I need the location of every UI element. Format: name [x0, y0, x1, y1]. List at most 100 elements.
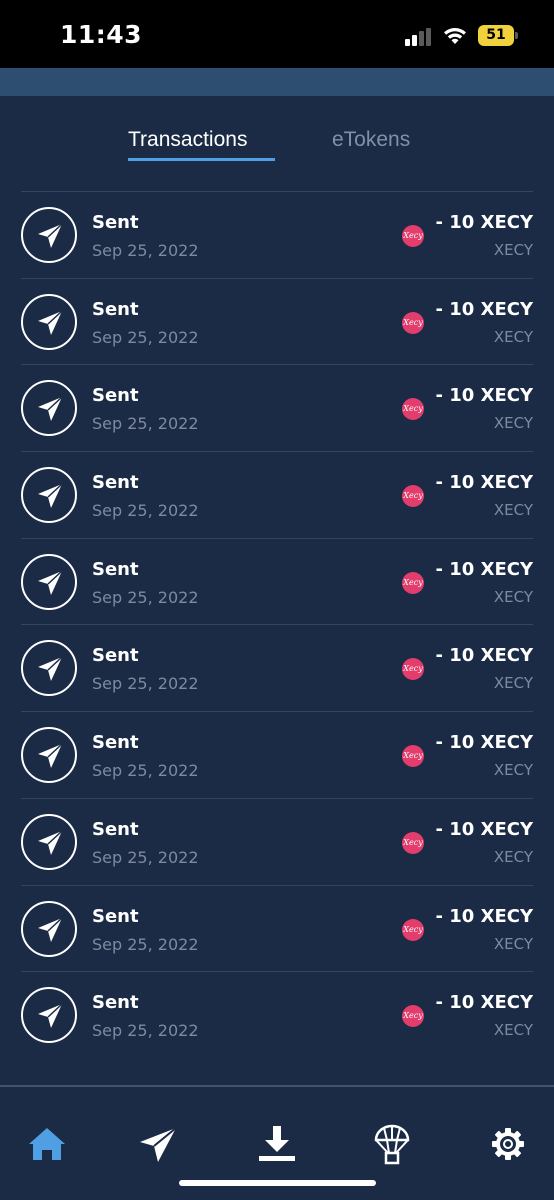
sent-icon-circle: [21, 380, 77, 437]
wifi-icon: [444, 28, 466, 44]
battery-cap: [515, 32, 518, 39]
paper-plane-icon: [38, 310, 63, 335]
transaction-amount: - 10 XECY: [435, 992, 533, 1014]
transaction-amount: - 10 XECY: [435, 385, 533, 407]
transaction-date: Sep 25, 2022: [92, 241, 199, 260]
transaction-type: Sent: [92, 992, 139, 1014]
paper-plane-icon: [38, 1003, 63, 1029]
tab-etokens[interactable]: eTokens: [332, 128, 410, 152]
xecy-token-icon: Xecy: [402, 1005, 424, 1028]
nav-send[interactable]: [136, 1122, 180, 1166]
sent-icon-circle: [21, 813, 77, 870]
transaction-date: Sep 25, 2022: [92, 587, 199, 607]
transaction-amount: - 10 XECY: [435, 732, 533, 754]
transaction-row[interactable]: Sent Sep 25, 2022 Xecy - 10 XECY XECY: [21, 624, 533, 711]
token-ticker: XECY: [493, 414, 533, 433]
cellular-signal-icon: [405, 28, 433, 46]
sent-icon-circle: [21, 640, 77, 697]
sent-icon-circle: [21, 467, 77, 524]
transaction-amount: - 10 XECY: [435, 645, 533, 667]
token-ticker: XECY: [493, 587, 533, 606]
xecy-token-icon: Xecy: [402, 658, 424, 681]
paper-plane-icon: [38, 656, 63, 682]
transaction-type: Sent: [92, 905, 139, 927]
transaction-amount: - 10 XECY: [435, 818, 533, 840]
transaction-amount: - 10 XECY: [435, 472, 533, 494]
token-ticker: XECY: [493, 934, 533, 953]
sent-icon-circle: [21, 727, 77, 784]
transaction-type: Sent: [92, 558, 139, 580]
sent-icon-circle: [21, 553, 77, 610]
transaction-date: Sep 25, 2022: [92, 847, 199, 867]
transaction-row[interactable]: Sent Sep 25, 2022 Xecy - 10 XECY XECY: [21, 451, 533, 538]
transaction-list: Sent Sep 25, 2022 Xecy - 10 XECY XECY Se…: [21, 191, 533, 1058]
xecy-token-icon: Xecy: [402, 485, 424, 508]
battery-indicator: 51: [478, 25, 514, 46]
xecy-token-icon: Xecy: [402, 225, 424, 247]
sent-icon-circle: [21, 900, 77, 957]
transaction-type: Sent: [92, 645, 139, 667]
nav-settings[interactable]: [486, 1122, 530, 1166]
header-band: [0, 68, 554, 96]
token-ticker: XECY: [493, 1021, 533, 1040]
xecy-token-icon: Xecy: [402, 918, 424, 941]
transaction-date: Sep 25, 2022: [92, 934, 199, 954]
paper-plane-icon: [38, 743, 63, 769]
xecy-token-icon: Xecy: [402, 745, 424, 768]
transaction-date: Sep 25, 2022: [92, 327, 199, 347]
transaction-row[interactable]: Sent Sep 25, 2022 Xecy - 10 XECY XECY: [21, 191, 533, 278]
receive-icon: [259, 1126, 295, 1161]
transaction-date: Sep 25, 2022: [92, 674, 199, 694]
token-ticker: XECY: [493, 327, 533, 346]
sent-icon-circle: [21, 207, 77, 263]
paper-plane-icon: [38, 916, 63, 942]
transaction-row[interactable]: Sent Sep 25, 2022 Xecy - 10 XECY XECY: [21, 537, 533, 625]
transaction-amount: - 10 XECY: [435, 212, 533, 233]
home-indicator[interactable]: [179, 1180, 376, 1186]
send-icon: [140, 1127, 177, 1162]
tab-bar: Transactions eTokens: [0, 96, 554, 191]
active-tab-indicator: [128, 158, 275, 161]
sent-icon-circle: [21, 987, 77, 1044]
nav-airdrop[interactable]: [370, 1122, 414, 1166]
paper-plane-icon: [38, 396, 63, 422]
transaction-row[interactable]: Sent Sep 25, 2022 Xecy - 10 XECY XECY: [21, 884, 533, 972]
paper-plane-icon: [38, 830, 63, 855]
transaction-type: Sent: [92, 472, 139, 494]
transaction-type: Sent: [92, 385, 139, 407]
transaction-amount: - 10 XECY: [435, 558, 533, 580]
transaction-row[interactable]: Sent Sep 25, 2022 Xecy - 10 XECY XECY: [21, 971, 533, 1058]
transaction-amount: - 10 XECY: [435, 905, 533, 927]
paper-plane-icon: [38, 223, 63, 248]
token-ticker: XECY: [493, 241, 533, 259]
token-ticker: XECY: [493, 847, 533, 866]
token-ticker: XECY: [493, 501, 533, 520]
transaction-row[interactable]: Sent Sep 25, 2022 Xecy - 10 XECY XECY: [21, 711, 533, 798]
home-icon: [29, 1128, 65, 1160]
transaction-date: Sep 25, 2022: [92, 414, 199, 434]
tab-transactions[interactable]: Transactions: [128, 128, 247, 152]
status-time: 11:43: [60, 20, 143, 49]
token-ticker: XECY: [493, 761, 533, 780]
transaction-type: Sent: [92, 818, 139, 840]
transaction-date: Sep 25, 2022: [92, 761, 199, 781]
transaction-row[interactable]: Sent Sep 25, 2022 Xecy - 10 XECY XECY: [21, 277, 533, 365]
status-bar: 11:43 51: [0, 0, 554, 68]
transaction-row[interactable]: Sent Sep 25, 2022 Xecy - 10 XECY XECY: [21, 797, 533, 885]
airdrop-icon: [374, 1124, 410, 1165]
transaction-row[interactable]: Sent Sep 25, 2022 Xecy - 10 XECY XECY: [21, 364, 533, 451]
paper-plane-icon: [38, 483, 63, 509]
transaction-type: Sent: [92, 732, 139, 754]
settings-icon: [492, 1128, 524, 1160]
token-ticker: XECY: [493, 674, 533, 693]
nav-home[interactable]: [25, 1122, 69, 1166]
xecy-token-icon: Xecy: [402, 831, 424, 854]
paper-plane-icon: [38, 570, 63, 595]
sent-icon-circle: [21, 293, 77, 350]
xecy-token-icon: Xecy: [402, 571, 424, 594]
nav-receive[interactable]: [255, 1122, 299, 1166]
transaction-type: Sent: [92, 298, 139, 320]
xecy-token-icon: Xecy: [402, 311, 424, 334]
transaction-type: Sent: [92, 212, 139, 233]
transaction-amount: - 10 XECY: [435, 298, 533, 320]
